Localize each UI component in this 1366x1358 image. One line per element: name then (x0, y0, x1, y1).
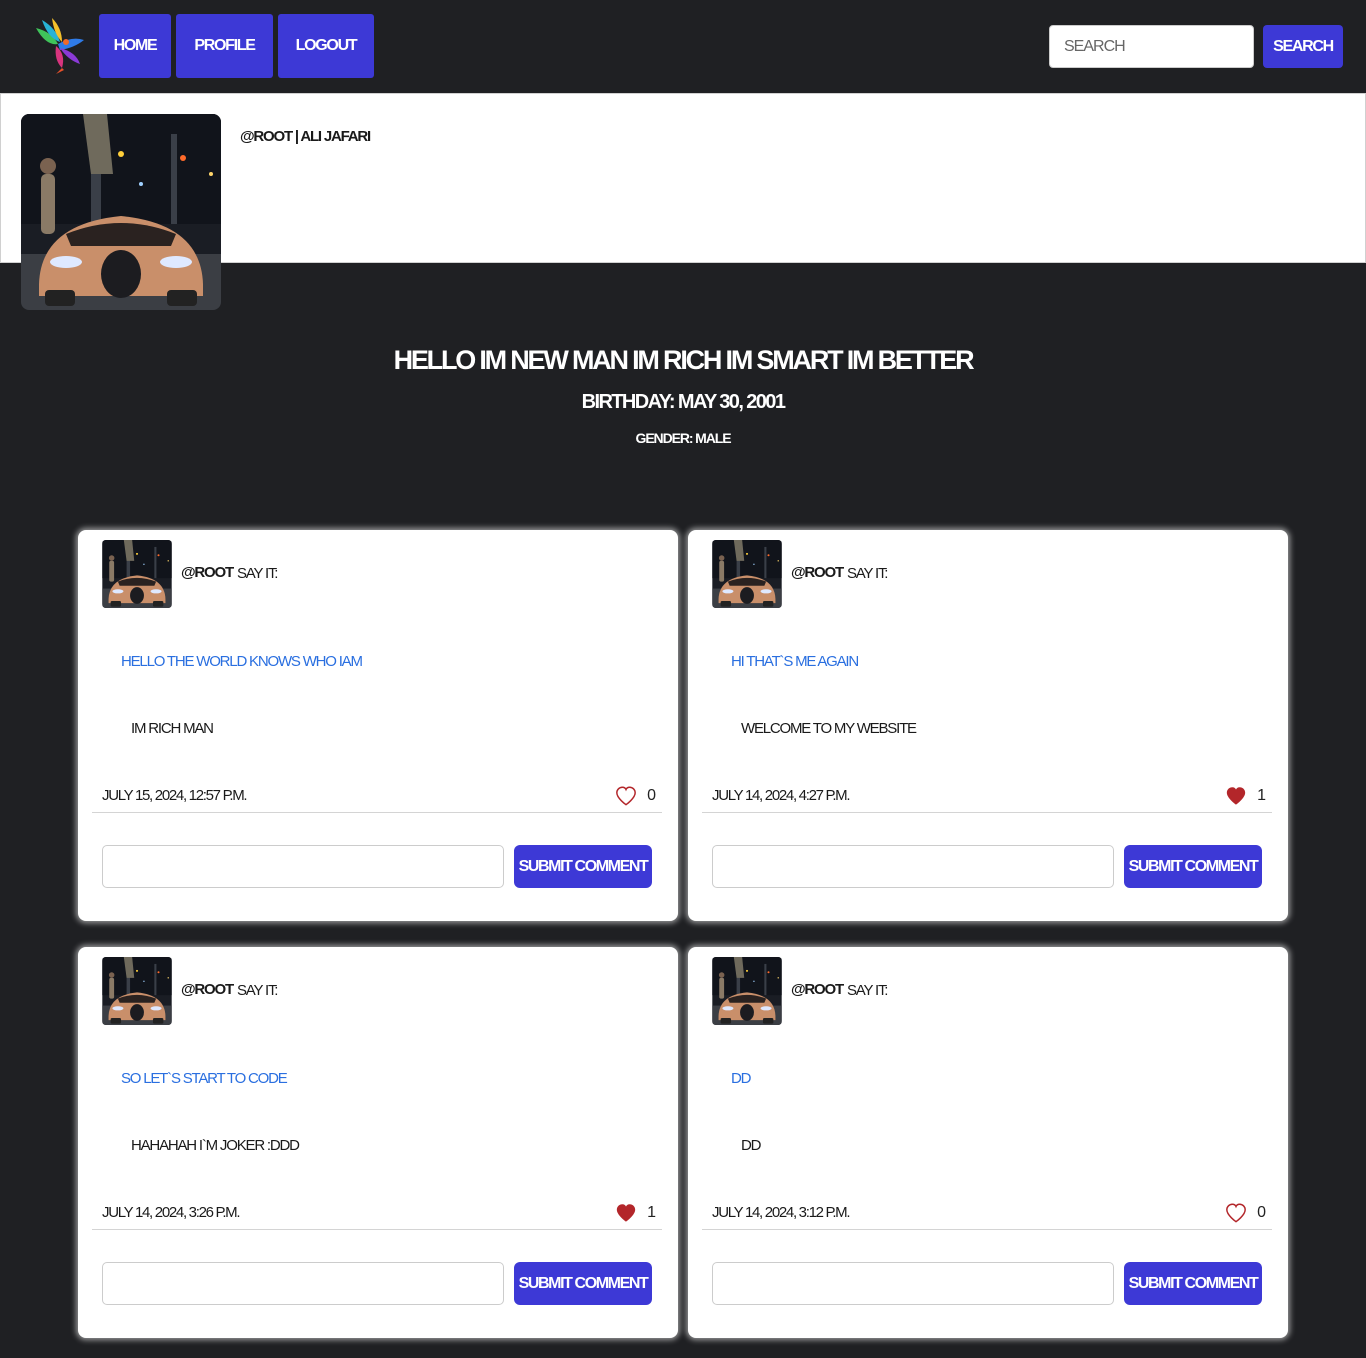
post-date: JULY 14, 2024, 4:27 P.M. (712, 787, 851, 804)
divider (92, 812, 662, 813)
post-card: @ROOT SAY IT: SO LET`S START TO CODE HAH… (78, 947, 678, 1338)
heart-filled-icon[interactable] (615, 1202, 637, 1224)
post-author-handle[interactable]: @ROOT (181, 564, 234, 581)
post-body: IM RICH MAN (131, 720, 214, 737)
heart-filled-icon[interactable] (1225, 785, 1247, 807)
hummingbird-logo-icon[interactable] (32, 18, 86, 74)
submit-comment-button[interactable]: SUBMIT COMMENT (514, 1262, 652, 1305)
submit-comment-button[interactable]: SUBMIT COMMENT (514, 845, 652, 888)
like-count: 0 (647, 787, 656, 804)
post-title: HELLO THE WORLD KNOWS WHO IAM (121, 653, 363, 670)
post-date: JULY 15, 2024, 12:57 P.M. (102, 787, 248, 804)
post-avatar[interactable] (102, 957, 172, 1025)
post-title: SO LET`S START TO CODE (121, 1070, 288, 1087)
profile-handle: @ROOT | ALI JAFARI (240, 128, 371, 145)
profile-birthday: BIRTHDAY: MAY 30, 2001 (581, 391, 786, 413)
divider (702, 1229, 1272, 1230)
post-say-label: SAY IT: (847, 982, 888, 999)
post-card: @ROOT SAY IT: HELLO THE WORLD KNOWS WHO … (78, 530, 678, 921)
like-count: 0 (1257, 1204, 1266, 1221)
post-date: JULY 14, 2024, 3:26 P.M. (102, 1204, 241, 1221)
comment-input[interactable] (712, 1262, 1114, 1305)
like-button[interactable]: 1 (1225, 785, 1266, 807)
comment-input[interactable] (102, 845, 504, 888)
heart-outline-icon[interactable] (615, 785, 637, 807)
like-count: 1 (1257, 787, 1266, 804)
like-button[interactable]: 1 (615, 1202, 656, 1224)
like-button[interactable]: 0 (615, 785, 656, 807)
like-count: 1 (647, 1204, 656, 1221)
profile-gender: GENDER: MALE (635, 430, 732, 446)
heart-outline-icon[interactable] (1225, 1202, 1247, 1224)
post-author-handle[interactable]: @ROOT (791, 981, 844, 998)
divider (702, 812, 1272, 813)
post-card: @ROOT SAY IT: DD DD JULY 14, 2024, 3:12 … (688, 947, 1288, 1338)
comment-input[interactable] (712, 845, 1114, 888)
post-title: HI THAT`S ME AGAIN (731, 653, 859, 670)
post-body: DD (741, 1137, 761, 1154)
nav-profile-button[interactable]: PROFILE (176, 14, 273, 78)
post-body: WELCOME TO MY WEBSITE (741, 720, 917, 737)
nav-logout-button[interactable]: LOGOUT (278, 14, 374, 78)
post-date: JULY 14, 2024, 3:12 P.M. (712, 1204, 851, 1221)
post-say-label: SAY IT: (847, 565, 888, 582)
search-input[interactable] (1049, 25, 1254, 68)
post-body: HAHAHAH I`M JOKER :DDD (131, 1137, 300, 1154)
post-avatar[interactable] (712, 540, 782, 608)
nav-home-button[interactable]: HOME (99, 14, 171, 78)
post-say-label: SAY IT: (237, 565, 278, 582)
post-title: DD (731, 1070, 751, 1087)
divider (92, 1229, 662, 1230)
navbar: HOME PROFILE LOGOUT SEARCH (0, 0, 1366, 93)
search-button[interactable]: SEARCH (1263, 25, 1343, 68)
profile-bio: HELLO IM NEW MAN IM RICH IM SMART IM BET… (393, 345, 975, 375)
post-author-handle[interactable]: @ROOT (791, 564, 844, 581)
submit-comment-button[interactable]: SUBMIT COMMENT (1124, 845, 1262, 888)
profile-photo (21, 114, 221, 310)
post-avatar[interactable] (712, 957, 782, 1025)
submit-comment-button[interactable]: SUBMIT COMMENT (1124, 1262, 1262, 1305)
comment-input[interactable] (102, 1262, 504, 1305)
post-card: @ROOT SAY IT: HI THAT`S ME AGAIN WELCOME… (688, 530, 1288, 921)
like-button[interactable]: 0 (1225, 1202, 1266, 1224)
post-author-handle[interactable]: @ROOT (181, 981, 234, 998)
post-avatar[interactable] (102, 540, 172, 608)
post-say-label: SAY IT: (237, 982, 278, 999)
